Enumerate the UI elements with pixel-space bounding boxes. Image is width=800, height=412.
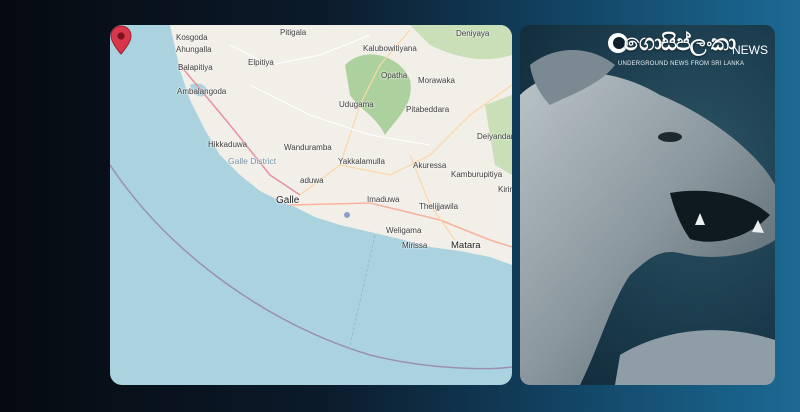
place-label: aduwa bbox=[300, 176, 324, 185]
district-label: Galle District bbox=[228, 156, 277, 166]
place-label: Morawaka bbox=[418, 76, 455, 85]
place-label: Kamburupitiya bbox=[451, 170, 503, 179]
place-label: Deiyandara bbox=[477, 132, 512, 141]
news-photo: ගොසිප්ලංකා NEWS UNDERGROUND NEWS FROM SR… bbox=[520, 25, 775, 385]
place-label: Kirir bbox=[498, 185, 512, 194]
place-label: Kosgoda bbox=[176, 33, 208, 42]
brand-watermark: ගොසිප්ලංකා NEWS UNDERGROUND NEWS FROM SR… bbox=[606, 31, 775, 71]
location-pin-icon[interactable] bbox=[110, 25, 132, 55]
brand-news-label: NEWS bbox=[732, 43, 768, 57]
brand-name-sinhala: ගොසිප්ලංකා bbox=[624, 31, 736, 56]
place-label: Ahungalla bbox=[176, 45, 212, 54]
place-label: Deniyaya bbox=[456, 29, 490, 38]
place-label: Elpitiya bbox=[248, 58, 274, 67]
place-label: Ambalangoda bbox=[177, 87, 227, 96]
map-panel[interactable]: Kosgoda Pitigala Kalubowitiyana Deniyaya… bbox=[110, 25, 512, 385]
place-label: Balapitiya bbox=[178, 63, 213, 72]
place-label: Opatha bbox=[381, 71, 408, 80]
place-label: Wanduramba bbox=[284, 143, 332, 152]
place-label: Kalubowitiyana bbox=[363, 44, 417, 53]
place-label: Akuressa bbox=[413, 161, 447, 170]
place-label: Yakkalamulla bbox=[338, 157, 385, 166]
place-label: Weligama bbox=[386, 226, 422, 235]
place-label: Hikkaduwa bbox=[208, 140, 248, 149]
place-label: Udugama bbox=[339, 100, 374, 109]
city-label-matara: Matara bbox=[451, 240, 481, 251]
city-label-galle: Galle bbox=[276, 195, 300, 206]
place-label: Pitigala bbox=[280, 28, 307, 37]
place-label: Pitabeddara bbox=[406, 105, 450, 114]
dog-photo-image bbox=[520, 50, 775, 385]
place-label: Mirissa bbox=[402, 241, 428, 250]
place-label: Thelijjawila bbox=[419, 202, 459, 211]
place-label: Imaduwa bbox=[367, 195, 400, 204]
brand-tagline: UNDERGROUND NEWS FROM SRI LANKA bbox=[618, 61, 745, 67]
